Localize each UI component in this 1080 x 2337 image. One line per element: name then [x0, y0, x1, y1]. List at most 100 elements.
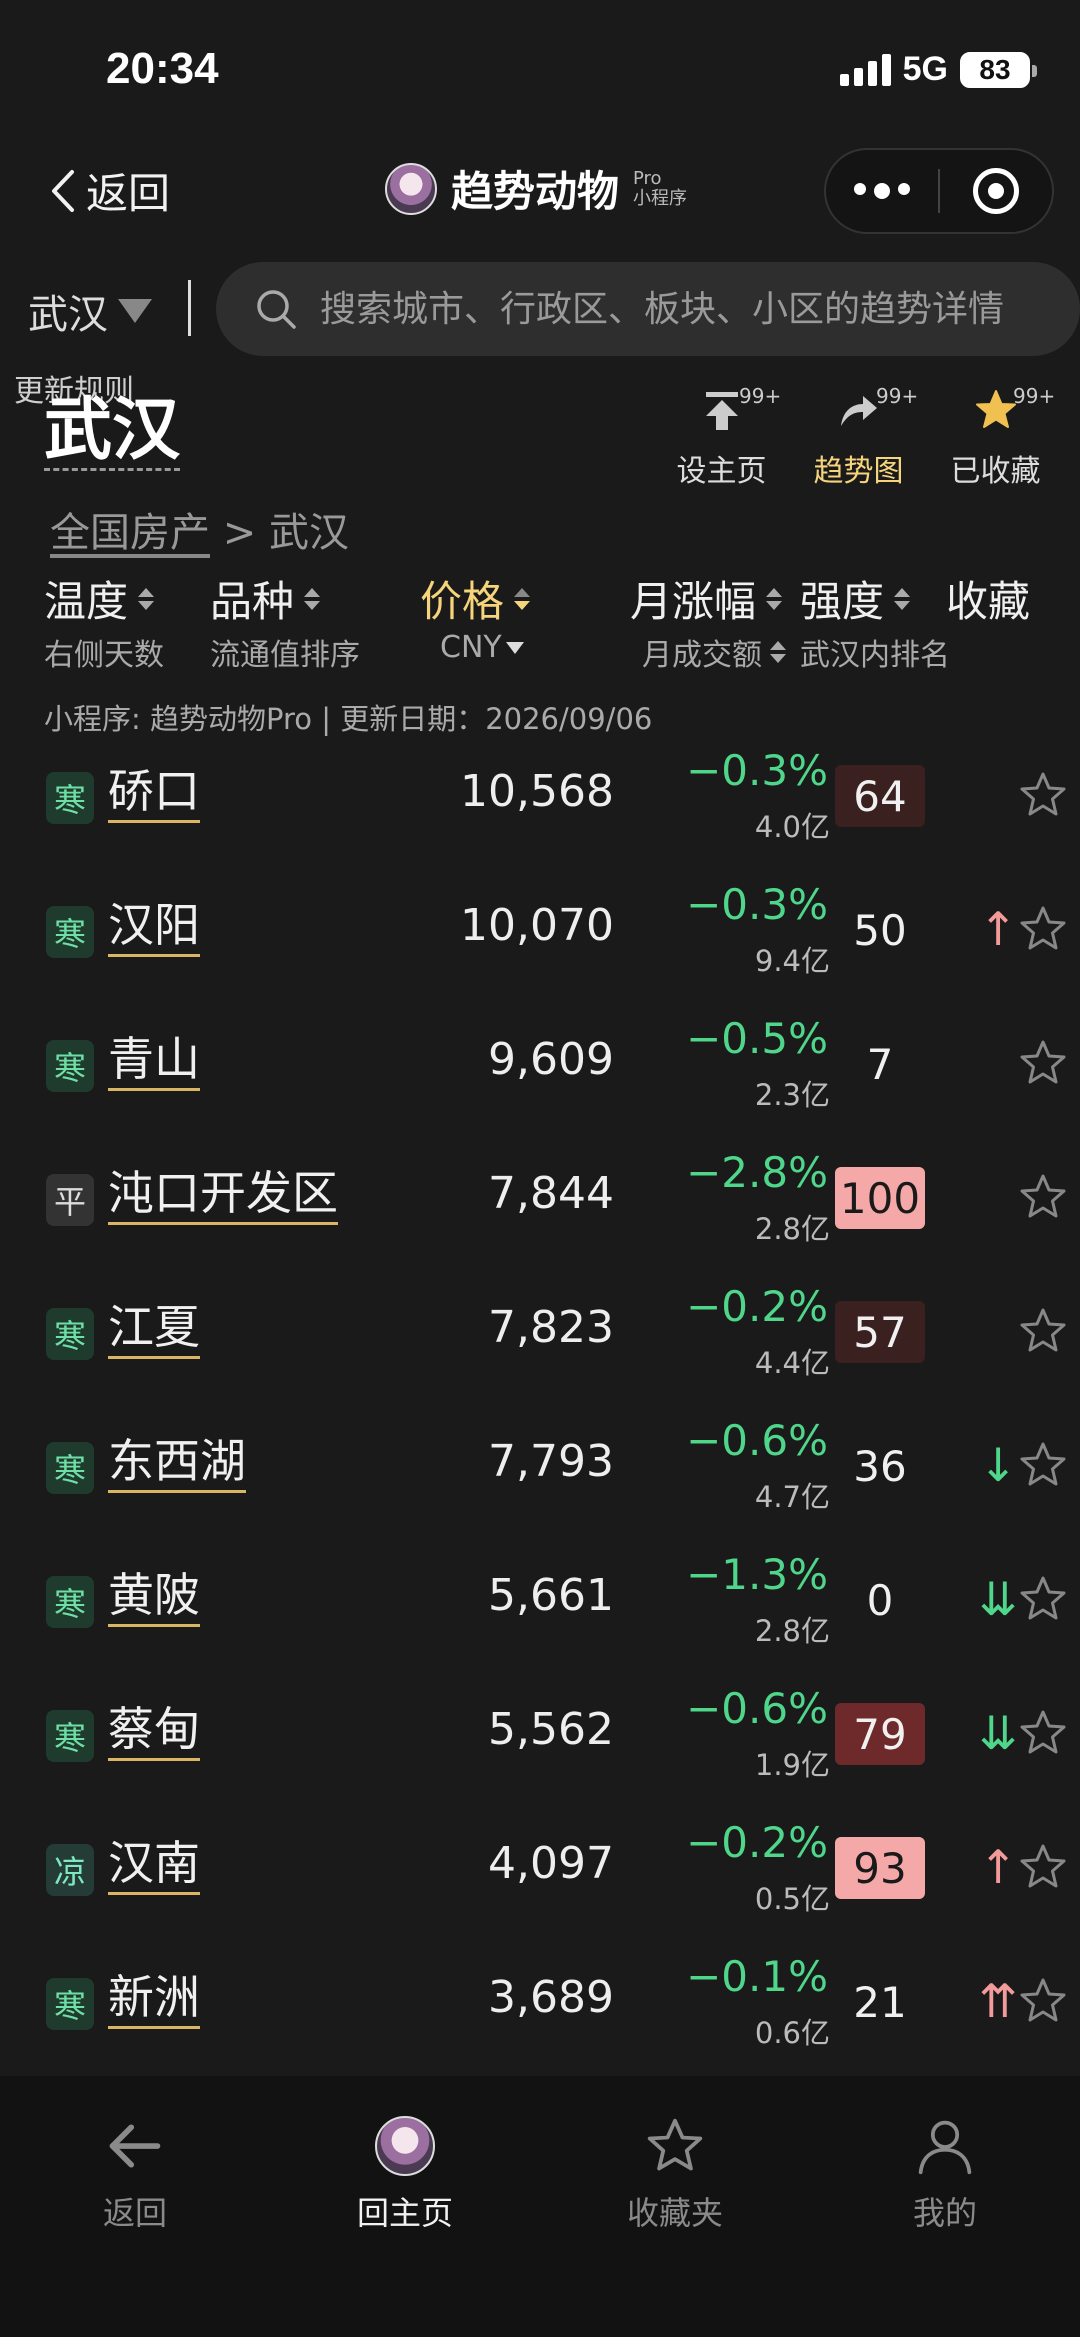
- column-change-sort[interactable]: 月涨幅: [630, 568, 783, 629]
- price-value: 5,661: [488, 1570, 614, 1621]
- set-home-label: 设主页: [676, 454, 767, 489]
- arrow-left-icon: [109, 2124, 161, 2168]
- status-indicators: 5G 83: [839, 50, 1037, 89]
- favorite-star-button[interactable]: [1018, 904, 1068, 954]
- temperature-badge: 寒: [46, 1978, 94, 2030]
- table-row[interactable]: 寒 汉阳 10,070 −0.3% 9.4亿 50 ↑: [0, 880, 1080, 1020]
- column-price-sort[interactable]: 价格: [420, 568, 531, 629]
- price-value: 7,823: [488, 1302, 614, 1353]
- monthly-volume: 2.8亿: [754, 1614, 830, 1648]
- monthly-change: −0.2%: [686, 1818, 828, 1867]
- monthly-change: −0.3%: [686, 880, 828, 929]
- favorite-star-button[interactable]: [1018, 1306, 1068, 1356]
- column-temp-sort[interactable]: 温度: [44, 568, 155, 629]
- monthly-volume: 4.0亿: [754, 810, 830, 844]
- strength-score: 7: [866, 1039, 894, 1089]
- network-type: 5G: [902, 50, 948, 88]
- favorited-label: 已收藏: [950, 454, 1041, 489]
- sort-icon: [304, 587, 321, 610]
- district-name-link[interactable]: 汉阳: [108, 896, 200, 957]
- close-mini-program-button[interactable]: [940, 168, 1052, 214]
- tab-favorites[interactable]: 收藏夹: [575, 2114, 775, 2234]
- favorite-star-button[interactable]: [1018, 1038, 1068, 1088]
- favorite-star-button[interactable]: [1018, 1440, 1068, 1490]
- table-row[interactable]: 寒 江夏 7,823 −0.2% 4.4亿 57: [0, 1282, 1080, 1422]
- monthly-volume: 9.4亿: [754, 944, 830, 978]
- price-value: 5,562: [488, 1704, 614, 1755]
- monthly-volume: 2.3亿: [754, 1078, 830, 1112]
- breadcrumb-root-link[interactable]: 全国房产: [50, 510, 210, 556]
- search-bar[interactable]: [216, 262, 1080, 356]
- table-row[interactable]: 寒 硚口 10,568 −0.3% 4.0亿 64: [0, 746, 1080, 886]
- district-name-link[interactable]: 蔡甸: [108, 1700, 200, 1761]
- temperature-badge: 寒: [46, 772, 94, 824]
- more-menu-button[interactable]: [826, 183, 938, 199]
- table-row[interactable]: 寒 东西湖 7,793 −0.6% 4.7亿 36 ↓: [0, 1416, 1080, 1556]
- district-name-link[interactable]: 黄陂: [108, 1566, 200, 1627]
- sort-icon: [138, 587, 155, 610]
- search-input[interactable]: [320, 288, 1080, 330]
- temperature-badge: 寒: [46, 1308, 94, 1360]
- table-row[interactable]: 寒 新洲 3,689 −0.1% 0.6亿 21 ⇈: [0, 1952, 1080, 2092]
- back-label: 返回: [86, 169, 171, 218]
- price-value: 10,568: [460, 766, 614, 817]
- tab-favorites-label: 收藏夹: [626, 2194, 723, 2232]
- table-row[interactable]: 寒 黄陂 5,661 −1.3% 2.8亿 0 ⇊: [0, 1550, 1080, 1690]
- tab-home-label: 回主页: [356, 2194, 453, 2232]
- city-selector[interactable]: 武汉: [28, 282, 152, 340]
- favorite-star-button[interactable]: [1018, 1976, 1068, 2026]
- tab-back[interactable]: 返回: [35, 2114, 235, 2234]
- trend-chart-label: 趋势图: [813, 454, 904, 489]
- column-price-label: 价格: [420, 577, 505, 626]
- star-filled-icon: [975, 390, 1016, 428]
- district-name-link[interactable]: 江夏: [108, 1298, 200, 1359]
- search-icon: [257, 290, 296, 329]
- favorited-button[interactable]: 99+ 已收藏: [927, 380, 1064, 490]
- district-name-link[interactable]: 硚口: [108, 762, 200, 823]
- table-row[interactable]: 寒 青山 9,609 −0.5% 2.3亿 7: [0, 1014, 1080, 1154]
- monthly-volume: 1.9亿: [754, 1748, 830, 1782]
- temperature-badge: 寒: [46, 1576, 94, 1628]
- share-arrow-icon: [840, 396, 877, 426]
- breadcrumb-current: 武汉: [268, 510, 349, 556]
- favorite-star-button[interactable]: [1018, 1842, 1068, 1892]
- column-temp-sub: 右侧天数: [44, 638, 164, 673]
- favorite-star-button[interactable]: [1018, 1708, 1068, 1758]
- district-name-link[interactable]: 青山: [108, 1030, 200, 1091]
- price-value: 9,609: [488, 1034, 614, 1085]
- district-name-link[interactable]: 新洲: [108, 1968, 200, 2029]
- favorite-star-button[interactable]: [1018, 770, 1068, 820]
- monthly-change: −0.3%: [686, 746, 828, 795]
- favorite-star-button[interactable]: [1018, 1574, 1068, 1624]
- app-title-pro: Pro: [633, 167, 662, 189]
- sort-icon: [766, 587, 783, 610]
- back-button[interactable]: 返回: [48, 160, 170, 221]
- column-strength-sort[interactable]: 强度: [800, 568, 911, 629]
- currency-selector[interactable]: CNY: [440, 630, 524, 665]
- table-row[interactable]: 凉 汉南 4,097 −0.2% 0.5亿 93 ↑: [0, 1818, 1080, 1958]
- favorited-count: 99+: [1013, 384, 1056, 408]
- set-home-button[interactable]: 99+ 设主页: [653, 380, 790, 490]
- triangle-down-icon: [505, 641, 524, 654]
- favorite-star-button[interactable]: [1018, 1172, 1068, 1222]
- table-row[interactable]: 寒 蔡甸 5,562 −0.6% 1.9亿 79 ⇊: [0, 1684, 1080, 1824]
- monthly-change: −0.1%: [686, 1952, 828, 2001]
- bottom-tab-bar: 返回 回主页 收藏夹 我的: [0, 2076, 1080, 2337]
- column-variety-sub: 流通值排序: [210, 638, 360, 673]
- tab-home[interactable]: 回主页: [305, 2114, 505, 2234]
- table-row[interactable]: 平 沌口开发区 7,844 −2.8% 2.8亿 100: [0, 1148, 1080, 1288]
- district-name-link[interactable]: 汉南: [108, 1834, 200, 1895]
- breadcrumb-separator: >: [222, 510, 257, 556]
- district-name-link[interactable]: 沌口开发区: [108, 1164, 338, 1225]
- battery-icon: 83: [960, 51, 1037, 88]
- mini-program-capsule: [824, 148, 1054, 234]
- tab-profile[interactable]: 我的: [845, 2114, 1045, 2234]
- currency-label: CNY: [440, 630, 502, 665]
- district-name-link[interactable]: 东西湖: [108, 1432, 246, 1493]
- sort-icon: [770, 641, 786, 663]
- app-title-bar: 趋势动物 Pro 小程序: [385, 158, 687, 219]
- triangle-down-icon: [118, 299, 152, 323]
- column-variety-sort[interactable]: 品种: [210, 568, 321, 629]
- monthly-volume: 0.5亿: [754, 1882, 830, 1916]
- trend-chart-button[interactable]: 99+ 趋势图: [790, 380, 927, 490]
